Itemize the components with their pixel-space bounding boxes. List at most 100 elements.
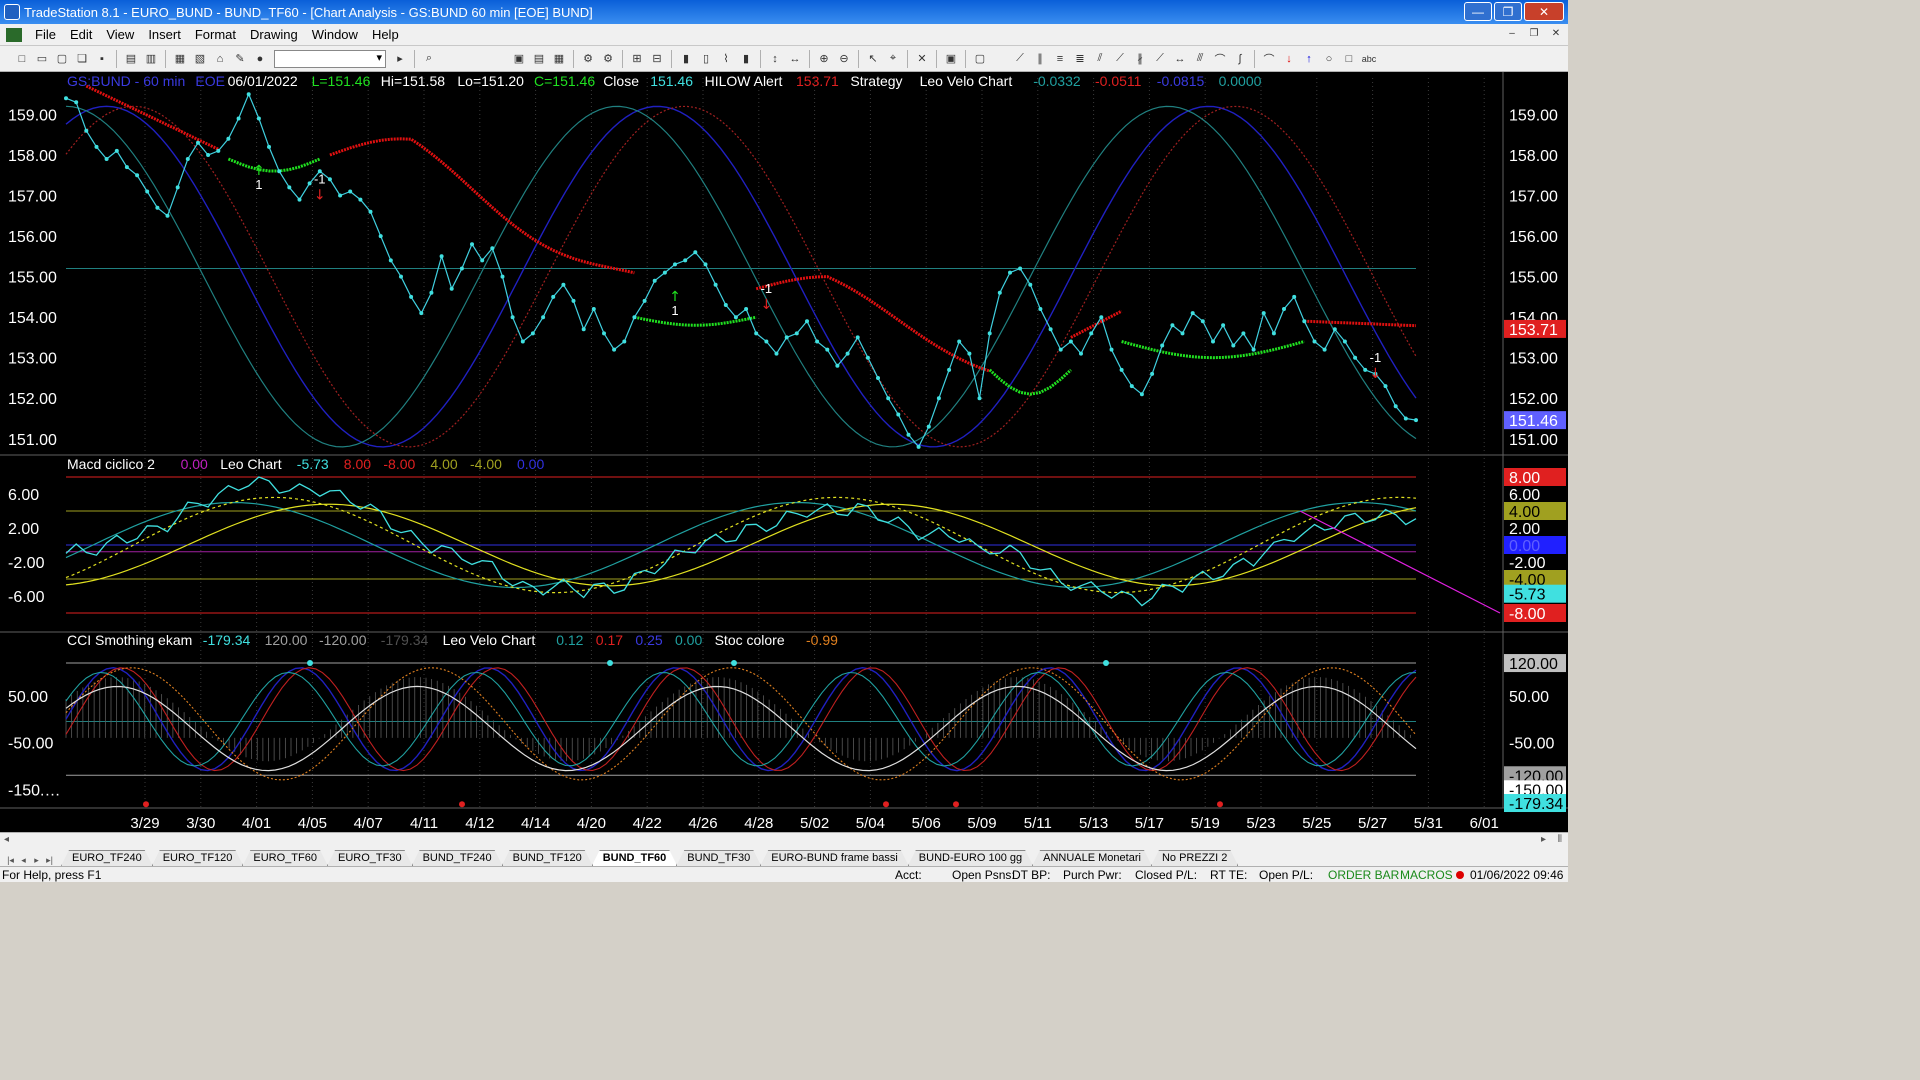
save-icon[interactable]: ▪	[94, 51, 110, 67]
scroll-right-icon[interactable]: ▸	[1541, 834, 1546, 845]
arrow-up-icon[interactable]: ↑	[1301, 51, 1317, 67]
tab-last-icon[interactable]: ▸|	[43, 855, 56, 866]
alert-icon[interactable]: ▣	[943, 51, 959, 67]
chart-canvas[interactable]: 3/29 3/30 4/01 4/05 4/07 4/11 4/12 4/14 4/20 4/22…	[0, 72, 1568, 832]
open-icon[interactable]: ▭	[34, 51, 50, 67]
tab-euro-bund-frame-bassi[interactable]: EURO-BUND frame bassi	[760, 850, 909, 866]
scroll-left-icon[interactable]: ◂	[4, 834, 9, 845]
chart-window-icon[interactable]: ▣	[511, 51, 527, 67]
x-tick-label: 5/04	[856, 815, 885, 832]
zoom-in-icon[interactable]: ⊕	[816, 51, 832, 67]
data-tip-icon[interactable]: ⌖	[885, 51, 901, 67]
menu-file[interactable]: File	[28, 27, 63, 42]
point-figure-icon[interactable]: ▮	[738, 51, 754, 67]
bar-chart-icon[interactable]: ▮	[678, 51, 694, 67]
hammer-icon[interactable]: ✕	[914, 51, 930, 67]
menu-edit[interactable]: Edit	[63, 27, 99, 42]
horizontal-scrollbar[interactable]: ◂ ▸ ⦀	[0, 832, 1568, 848]
tab-annuale-monetari[interactable]: ANNUALE Monetari	[1032, 850, 1152, 866]
menu-help[interactable]: Help	[365, 27, 406, 42]
pitchfork-icon[interactable]: ⫻	[1192, 51, 1208, 67]
mdi-minimize-button[interactable]: –	[1504, 26, 1520, 42]
menu-insert[interactable]: Insert	[141, 27, 188, 42]
strategy-icon[interactable]: ⚙	[580, 51, 596, 67]
minimize-button[interactable]: —	[1464, 2, 1492, 21]
gann-icon[interactable]: ∦	[1132, 51, 1148, 67]
format-icon[interactable]: ⊟	[649, 51, 665, 67]
tab-bund-tf30[interactable]: BUND_TF30	[676, 850, 761, 866]
text-icon[interactable]: abc	[1361, 51, 1377, 67]
layout-icon[interactable]: ▧	[192, 51, 208, 67]
menu-drawing[interactable]: Drawing	[243, 27, 305, 42]
print-preview-icon[interactable]: ▥	[143, 51, 159, 67]
close-price-point	[784, 335, 789, 340]
curve-icon[interactable]: ⌒	[1261, 51, 1277, 67]
arc-icon[interactable]: ⌒	[1212, 51, 1228, 67]
matrix-icon[interactable]: ▦	[551, 51, 567, 67]
rectangle-icon[interactable]: □	[1341, 51, 1357, 67]
print-icon[interactable]: ▤	[123, 51, 139, 67]
new-icon[interactable]: □	[14, 51, 30, 67]
vertical-lines-icon[interactable]: ∥	[1032, 51, 1048, 67]
speed-lines-icon[interactable]: ⟋	[1152, 51, 1168, 67]
pointer-icon[interactable]: ↖	[865, 51, 881, 67]
regression-icon[interactable]: ⟋	[1112, 51, 1128, 67]
tab-prev-icon[interactable]: ◂	[17, 855, 30, 866]
menu-window[interactable]: Window	[305, 27, 365, 42]
tab-euro-tf240[interactable]: EURO_TF240	[61, 850, 153, 866]
line-chart-icon[interactable]: ⌇	[718, 51, 734, 67]
close-price-point	[632, 315, 637, 320]
tab-euro-tf60[interactable]: EURO_TF60	[242, 850, 328, 866]
ellipse-icon[interactable]: ○	[1321, 51, 1337, 67]
restore-button[interactable]: ❐	[1494, 2, 1522, 21]
tab-bund-euro-100-gg[interactable]: BUND-EURO 100 gg	[908, 850, 1033, 866]
zoom-out-icon[interactable]: ⊖	[836, 51, 852, 67]
fib-icon[interactable]: ≣	[1072, 51, 1088, 67]
x-tick-label: 3/29	[130, 815, 159, 832]
tab-no-prezzi-2[interactable]: No PREZZI 2	[1151, 850, 1238, 866]
tab-first-icon[interactable]: |◂	[4, 855, 17, 866]
workspace-icon[interactable]: ▦	[172, 51, 188, 67]
new-window-icon[interactable]: ▢	[54, 51, 70, 67]
tab-next-icon[interactable]: ▸	[30, 855, 43, 866]
scanner-icon[interactable]: ⚙	[600, 51, 616, 67]
toolbar-separator	[165, 49, 166, 68]
menu-view[interactable]: View	[99, 27, 141, 42]
insert-indicator-icon[interactable]: ⊞	[629, 51, 645, 67]
analysis-icon[interactable]: ⌕	[421, 51, 437, 67]
tab-bund-tf240[interactable]: BUND_TF240	[412, 850, 503, 866]
candle-chart-icon[interactable]: ▯	[698, 51, 714, 67]
arrow-lines-icon[interactable]: ↔	[1172, 51, 1188, 67]
status-order-bar[interactable]: ORDER BAR	[1328, 868, 1399, 882]
scale-icon[interactable]: ↕	[767, 51, 783, 67]
arrow-down-icon[interactable]: ↓	[1281, 51, 1297, 67]
go-arrow-icon[interactable]: ▸	[392, 51, 408, 67]
trendline-icon[interactable]: ⟋	[1012, 51, 1028, 67]
tab-euro-tf120[interactable]: EURO_TF120	[152, 850, 244, 866]
freehand-icon[interactable]: ∫	[1232, 51, 1248, 67]
y-tick-label-left: 50.00	[8, 689, 48, 706]
symbol-select[interactable]	[274, 49, 386, 68]
space-icon[interactable]: ↔	[787, 51, 803, 67]
menu-format[interactable]: Format	[188, 27, 243, 42]
close-button[interactable]: ✕	[1524, 2, 1564, 21]
horizontal-lines-icon[interactable]: ≡	[1052, 51, 1068, 67]
tab-euro-tf30[interactable]: EURO_TF30	[327, 850, 413, 866]
globe-icon[interactable]: ●	[252, 51, 268, 67]
mdi-restore-button[interactable]: ❐	[1526, 26, 1542, 42]
drawing-tools-icon[interactable]: ✎	[232, 51, 248, 67]
hilow-alert-green-segment	[1121, 340, 1305, 360]
lock-icon[interactable]: ⌂	[212, 51, 228, 67]
scroll-thumb-icon[interactable]: ⦀	[1558, 834, 1562, 845]
tab-bund-tf60[interactable]: BUND_TF60	[592, 850, 678, 866]
document-icon[interactable]	[6, 27, 22, 42]
status-closed-pl: Closed P/L:	[1135, 868, 1198, 882]
copy-icon[interactable]: ❏	[74, 51, 90, 67]
chart-analysis-window[interactable]: 3/29 3/30 4/01 4/05 4/07 4/11 4/12 4/14 4/20 4/22…	[0, 72, 1568, 832]
status-macros[interactable]: MACROS	[1400, 868, 1453, 882]
radar-icon[interactable]: ▤	[531, 51, 547, 67]
tab-bund-tf120[interactable]: BUND_TF120	[502, 850, 593, 866]
channel-icon[interactable]: ⫽	[1092, 51, 1108, 67]
mdi-close-button[interactable]: ✕	[1548, 26, 1564, 42]
page-icon[interactable]: ▢	[972, 51, 988, 67]
